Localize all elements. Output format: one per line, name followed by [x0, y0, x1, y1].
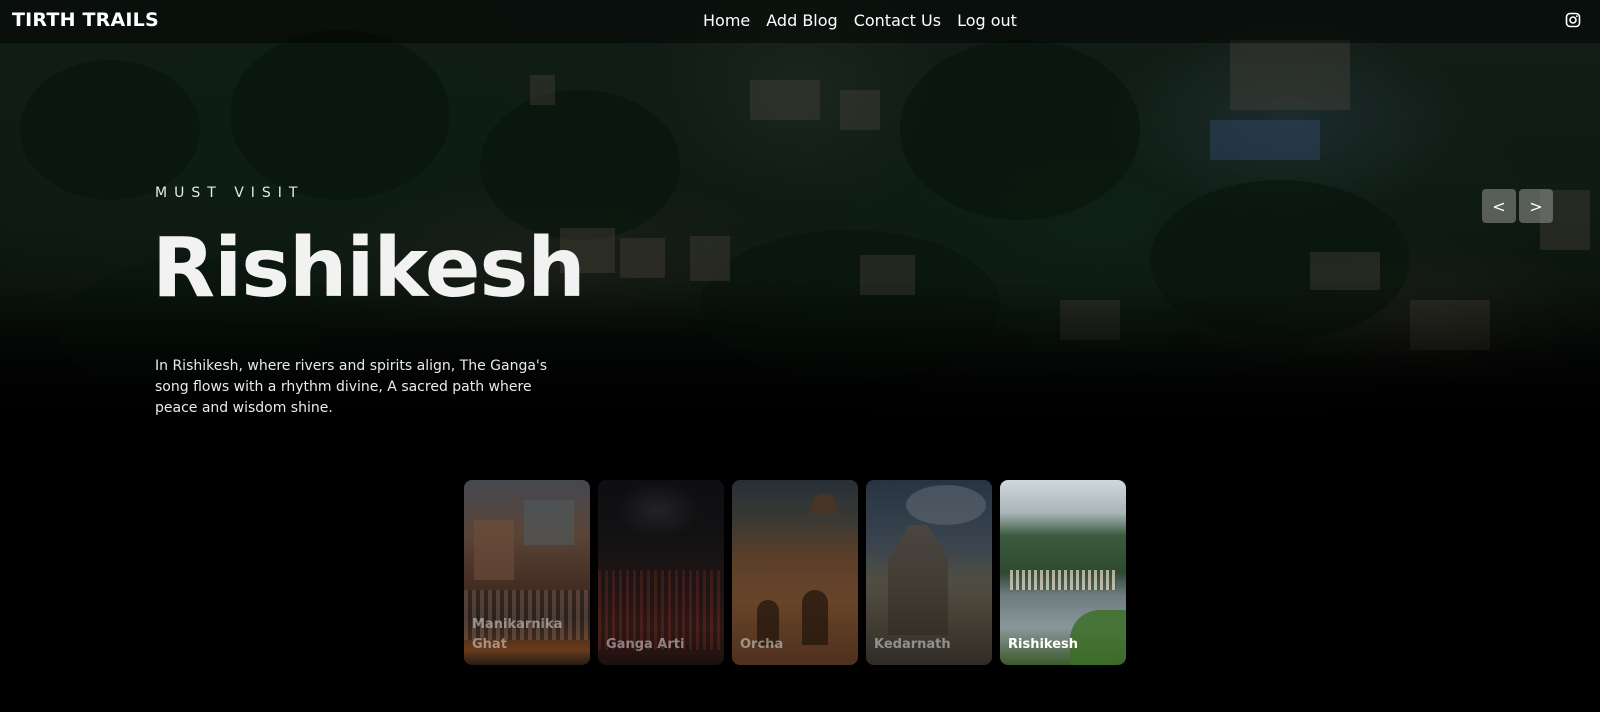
thumbnail-manikarnika-ghat[interactable]: Manikarnika Ghat	[464, 480, 590, 665]
hero-title: Rishikesh	[152, 221, 586, 316]
thumbnail-orcha[interactable]: Orcha	[732, 480, 858, 665]
thumbnail-label: Rishikesh	[1008, 637, 1079, 652]
nav-link-log-out[interactable]: Log out	[957, 11, 1017, 30]
thumbnail-ganga-arti[interactable]: Ganga Arti	[598, 480, 724, 665]
hero-description: In Rishikesh, where rivers and spirits a…	[155, 358, 548, 416]
hero-eyebrow: MUST VISIT	[155, 185, 305, 201]
chevron-left-icon: <	[1492, 196, 1506, 216]
nav-link-add-blog[interactable]: Add Blog	[766, 11, 837, 30]
thumbnail-rishikesh[interactable]: Rishikesh	[1000, 480, 1126, 665]
thumbnail-kedarnath[interactable]: Kedarnath	[866, 480, 992, 665]
next-button[interactable]: >	[1519, 189, 1553, 223]
thumbnail-label: Ganga Arti	[606, 637, 685, 652]
prev-button[interactable]: <	[1482, 189, 1516, 223]
nav-link-home[interactable]: Home	[703, 11, 750, 30]
thumbnail-label: Manikarnika Ghat	[472, 617, 563, 652]
nav-links: Home Add Blog Contact Us Log out	[703, 11, 1017, 30]
chevron-right-icon: >	[1529, 196, 1543, 216]
brand-logo[interactable]: TIRTH TRAILS	[12, 9, 159, 31]
nav-link-contact-us[interactable]: Contact Us	[854, 11, 941, 30]
thumbnail-label: Orcha	[740, 637, 784, 652]
destination-thumbnails: Manikarnika Ghat Ganga Arti Orcha Kedarn…	[464, 480, 1126, 665]
instagram-icon[interactable]	[1565, 12, 1581, 28]
top-nav: TIRTH TRAILS Home Add Blog Contact Us Lo…	[0, 0, 1600, 43]
thumbnail-label: Kedarnath	[874, 637, 951, 652]
